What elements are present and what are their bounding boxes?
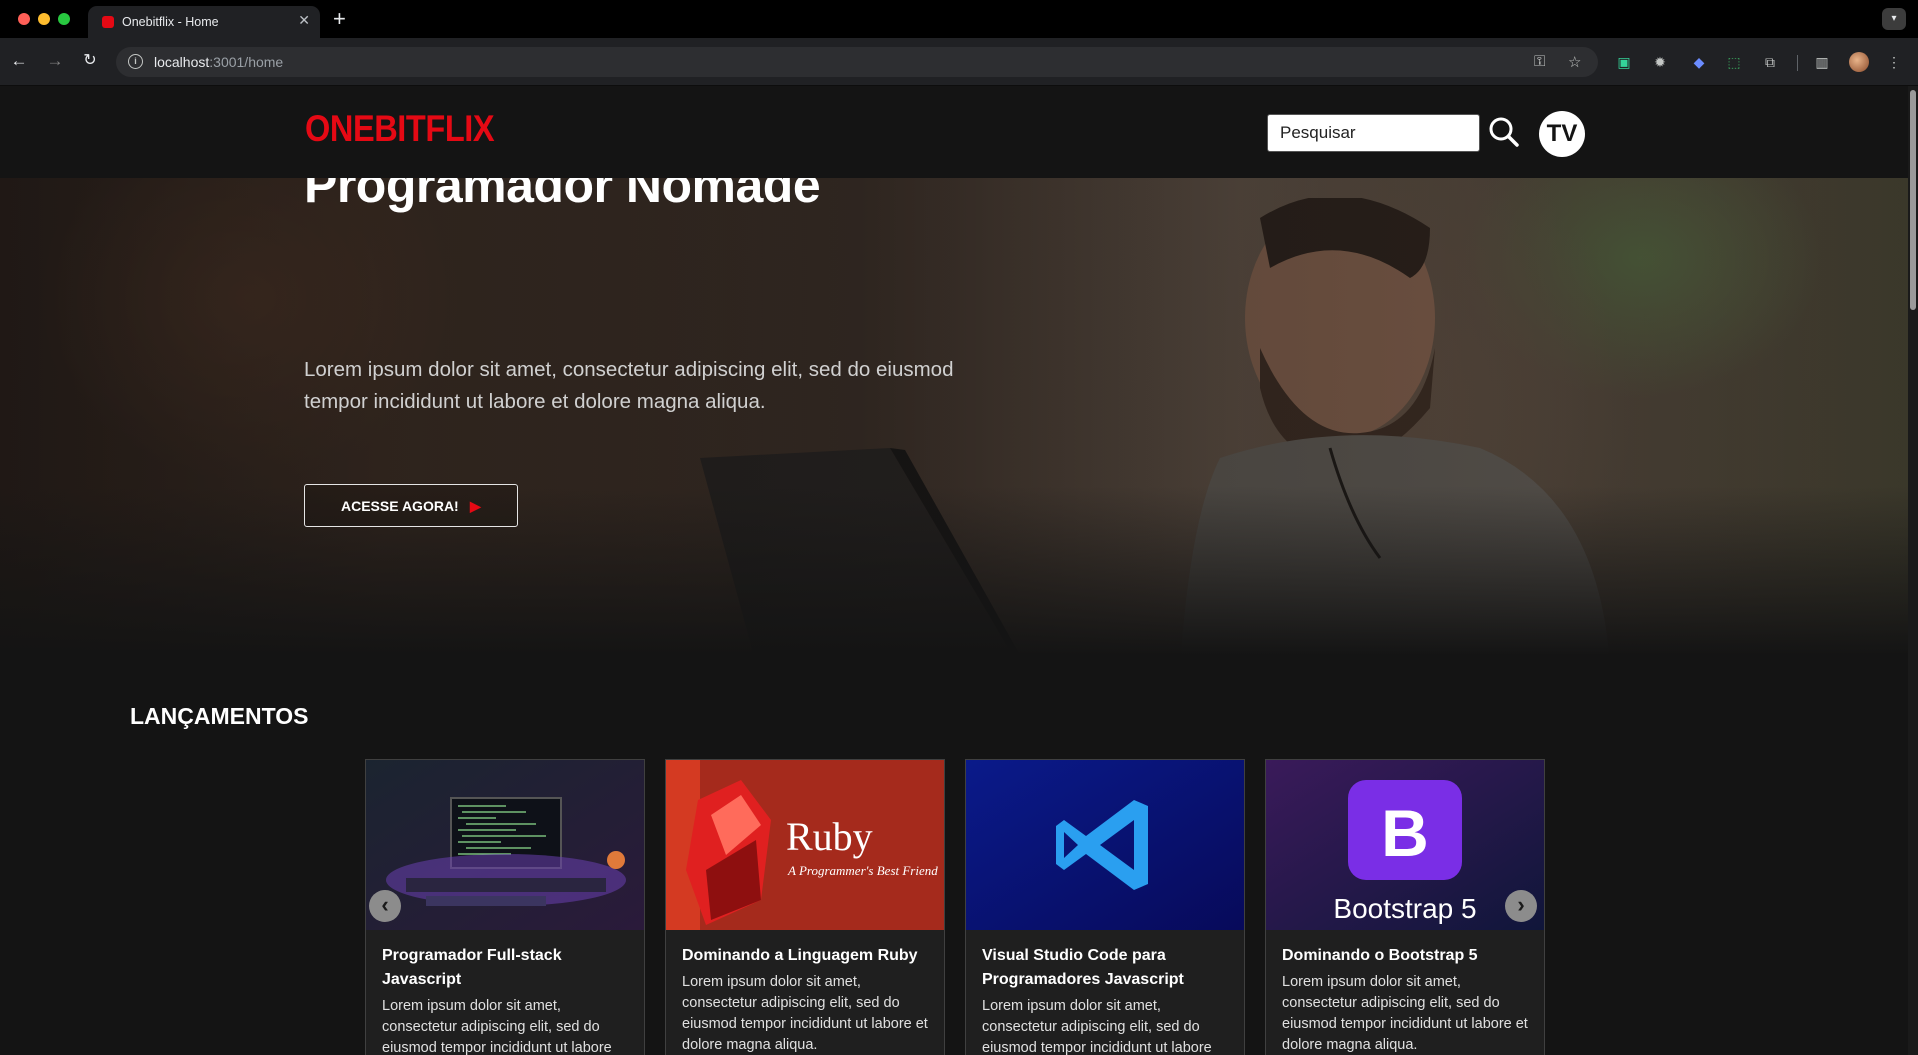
bootstrap-thumb-title: Bootstrap 5 <box>1333 893 1476 924</box>
course-card[interactable]: Visual Studio Code para Programadores Ja… <box>965 759 1245 1055</box>
back-arrow-icon[interactable]: ← <box>8 50 30 72</box>
browser-tab-bar: Onebitflix - Home ✕ + ▾ <box>0 0 1918 38</box>
play-icon: ▶ <box>470 498 481 514</box>
hero-description: Lorem ipsum dolor sit amet, consectetur … <box>304 358 954 413</box>
new-tab-plus-icon[interactable]: + <box>333 6 346 32</box>
hero-bottom-fade <box>0 486 1908 656</box>
page-scrollbar[interactable] <box>1908 86 1918 1055</box>
course-card-title: Programador Full-stack Javascript <box>382 947 562 988</box>
extension-sheet-icon[interactable]: ▣ <box>1615 53 1633 71</box>
course-thumbnail-vscode <box>966 760 1244 930</box>
ruby-thumb-title: Ruby <box>786 814 873 859</box>
releases-title: LANÇAMENTOS <box>130 703 309 729</box>
address-bar[interactable]: i localhost:3001/home ⚿ ☆ <box>116 47 1598 77</box>
page-viewport: Programador Nômade Lorem ipsum dolor sit… <box>0 86 1908 1055</box>
course-card-description: Lorem ipsum dolor sit amet, consectetur … <box>682 974 928 1053</box>
side-panel-icon[interactable]: ▥ <box>1813 53 1831 71</box>
tab-list-chevron-icon[interactable]: ▾ <box>1882 8 1906 30</box>
reload-icon[interactable]: ↻ <box>79 50 101 72</box>
bookmark-star-icon[interactable]: ☆ <box>1568 53 1581 71</box>
course-card[interactable]: B Bootstrap 5 Dominando o Bootstrap 5 Lo… <box>1265 759 1545 1055</box>
course-card-title: Dominando a Linguagem Ruby <box>682 947 918 964</box>
extension-translate-icon[interactable]: ◆ <box>1690 53 1708 71</box>
course-card[interactable]: Programador Full-stack Javascript Lorem … <box>365 759 645 1055</box>
course-card[interactable]: Ruby A Programmer's Best Friend Dominand… <box>665 759 945 1055</box>
site-header: ONEBITFLIX TV <box>0 86 1908 178</box>
course-thumbnail-ruby: Ruby A Programmer's Best Friend <box>666 760 944 930</box>
minimize-window-button[interactable] <box>38 13 50 25</box>
url-text: localhost:3001/home <box>154 54 283 70</box>
hero-banner: Programador Nômade Lorem ipsum dolor sit… <box>0 178 1908 656</box>
onebitflix-logo[interactable]: ONEBITFLIX <box>305 108 495 150</box>
tab-close-icon[interactable]: ✕ <box>298 12 310 29</box>
carousel-next-arrow-icon[interactable]: › <box>1505 890 1537 922</box>
forward-arrow-icon[interactable]: → <box>44 50 66 72</box>
extensions-puzzle-icon[interactable]: ⧉ <box>1761 53 1779 71</box>
course-card-description: Lorem ipsum dolor sit amet, consectetur … <box>382 998 612 1055</box>
course-card-description: Lorem ipsum dolor sit amet, consectetur … <box>982 998 1212 1055</box>
maximize-window-button[interactable] <box>58 13 70 25</box>
key-icon[interactable]: ⚿ <box>1534 53 1545 70</box>
course-card-title: Dominando o Bootstrap 5 <box>1282 947 1478 964</box>
course-card-description: Lorem ipsum dolor sit amet, consectetur … <box>1282 974 1528 1053</box>
course-thumbnail-bootstrap: B Bootstrap 5 <box>1266 760 1544 930</box>
site-info-icon[interactable]: i <box>128 54 143 69</box>
profile-avatar-icon[interactable] <box>1849 52 1869 72</box>
extension-screenshot-icon[interactable]: ⬚ <box>1725 53 1743 71</box>
access-now-button[interactable]: ACESSE AGORA! ▶ <box>304 484 518 527</box>
browser-toolbar: ← → ↻ i localhost:3001/home ⚿ ☆ ▣ ✹ ◆ ⬚ … <box>0 38 1918 86</box>
ruby-thumb-subtitle: A Programmer's Best Friend <box>787 863 938 878</box>
browser-tab[interactable]: Onebitflix - Home ✕ <box>88 6 320 38</box>
access-now-label: ACESSE AGORA! <box>341 498 459 514</box>
course-thumbnail-fullstack <box>366 760 644 930</box>
browser-menu-icon[interactable]: ⋮ <box>1885 53 1903 71</box>
extension-gear-icon[interactable]: ✹ <box>1651 53 1669 71</box>
url-path: :3001/home <box>209 54 284 70</box>
carousel-prev-arrow-icon[interactable]: ‹ <box>369 890 401 922</box>
bootstrap-thumb-letter: B <box>1381 796 1429 870</box>
releases-carousel: Programador Full-stack Javascript Lorem … <box>365 759 1545 1055</box>
tab-favicon-icon <box>102 16 114 28</box>
tab-title: Onebitflix - Home <box>122 15 219 29</box>
search-icon[interactable] <box>1488 116 1520 148</box>
toolbar-divider <box>1797 55 1798 71</box>
scrollbar-thumb[interactable] <box>1910 90 1916 310</box>
user-avatar[interactable]: TV <box>1539 111 1585 157</box>
url-host: localhost <box>154 54 210 70</box>
search-input[interactable] <box>1267 114 1480 152</box>
course-card-title: Visual Studio Code para Programadores Ja… <box>982 947 1184 988</box>
hero-title: Programador Nômade <box>304 178 821 213</box>
close-window-button[interactable] <box>18 13 30 25</box>
